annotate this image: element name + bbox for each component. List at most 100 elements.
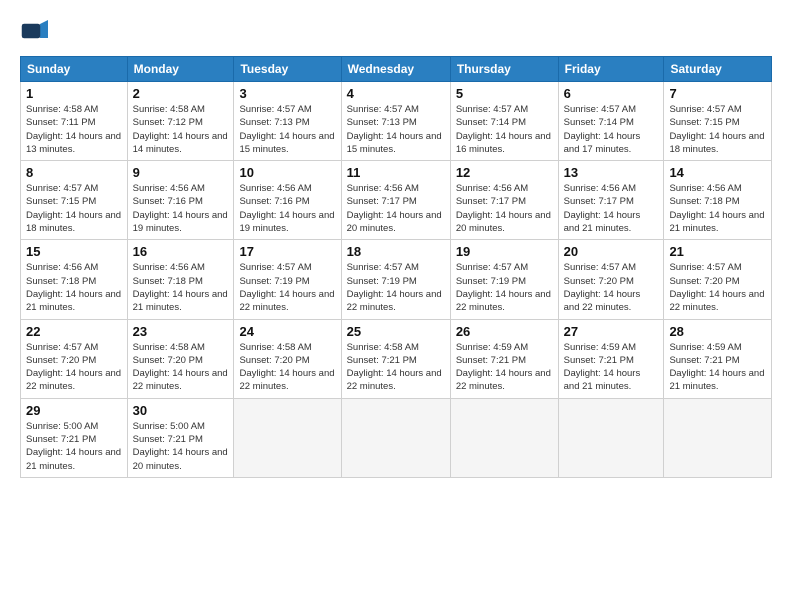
day-detail: Sunrise: 4:57 AM Sunset: 7:15 PM Dayligh…	[26, 182, 122, 235]
day-number: 8	[26, 165, 122, 180]
calendar-table: SundayMondayTuesdayWednesdayThursdayFrid…	[20, 56, 772, 478]
calendar-cell: 18 Sunrise: 4:57 AM Sunset: 7:19 PM Dayl…	[341, 240, 450, 319]
day-detail: Sunrise: 4:57 AM Sunset: 7:13 PM Dayligh…	[239, 103, 335, 156]
day-detail: Sunrise: 4:56 AM Sunset: 7:18 PM Dayligh…	[669, 182, 766, 235]
calendar-cell: 14 Sunrise: 4:56 AM Sunset: 7:18 PM Dayl…	[664, 161, 772, 240]
day-detail: Sunrise: 4:56 AM Sunset: 7:18 PM Dayligh…	[133, 261, 229, 314]
day-number: 21	[669, 244, 766, 259]
day-number: 26	[456, 324, 553, 339]
day-number: 20	[564, 244, 659, 259]
weekday-header-sunday: Sunday	[21, 57, 128, 82]
day-detail: Sunrise: 4:57 AM Sunset: 7:20 PM Dayligh…	[564, 261, 659, 314]
calendar-cell: 5 Sunrise: 4:57 AM Sunset: 7:14 PM Dayli…	[450, 82, 558, 161]
day-detail: Sunrise: 4:58 AM Sunset: 7:20 PM Dayligh…	[239, 341, 335, 394]
page-header	[20, 16, 772, 48]
calendar-cell: 8 Sunrise: 4:57 AM Sunset: 7:15 PM Dayli…	[21, 161, 128, 240]
day-number: 17	[239, 244, 335, 259]
day-number: 3	[239, 86, 335, 101]
day-detail: Sunrise: 4:58 AM Sunset: 7:12 PM Dayligh…	[133, 103, 229, 156]
day-number: 19	[456, 244, 553, 259]
day-number: 16	[133, 244, 229, 259]
day-detail: Sunrise: 4:57 AM Sunset: 7:13 PM Dayligh…	[347, 103, 445, 156]
calendar-cell: 15 Sunrise: 4:56 AM Sunset: 7:18 PM Dayl…	[21, 240, 128, 319]
day-detail: Sunrise: 4:59 AM Sunset: 7:21 PM Dayligh…	[564, 341, 659, 394]
calendar-cell: 21 Sunrise: 4:57 AM Sunset: 7:20 PM Dayl…	[664, 240, 772, 319]
day-number: 12	[456, 165, 553, 180]
day-detail: Sunrise: 4:58 AM Sunset: 7:11 PM Dayligh…	[26, 103, 122, 156]
day-number: 27	[564, 324, 659, 339]
calendar-cell	[234, 398, 341, 477]
day-number: 5	[456, 86, 553, 101]
day-detail: Sunrise: 4:59 AM Sunset: 7:21 PM Dayligh…	[456, 341, 553, 394]
day-detail: Sunrise: 5:00 AM Sunset: 7:21 PM Dayligh…	[133, 420, 229, 473]
day-number: 18	[347, 244, 445, 259]
day-detail: Sunrise: 4:56 AM Sunset: 7:17 PM Dayligh…	[456, 182, 553, 235]
day-detail: Sunrise: 5:00 AM Sunset: 7:21 PM Dayligh…	[26, 420, 122, 473]
day-detail: Sunrise: 4:56 AM Sunset: 7:17 PM Dayligh…	[564, 182, 659, 235]
day-number: 29	[26, 403, 122, 418]
day-number: 1	[26, 86, 122, 101]
day-detail: Sunrise: 4:56 AM Sunset: 7:18 PM Dayligh…	[26, 261, 122, 314]
weekday-header-monday: Monday	[127, 57, 234, 82]
calendar-cell: 27 Sunrise: 4:59 AM Sunset: 7:21 PM Dayl…	[558, 319, 664, 398]
weekday-header-saturday: Saturday	[664, 57, 772, 82]
calendar-cell: 30 Sunrise: 5:00 AM Sunset: 7:21 PM Dayl…	[127, 398, 234, 477]
weekday-header-friday: Friday	[558, 57, 664, 82]
day-detail: Sunrise: 4:57 AM Sunset: 7:14 PM Dayligh…	[456, 103, 553, 156]
day-number: 14	[669, 165, 766, 180]
day-number: 2	[133, 86, 229, 101]
day-number: 15	[26, 244, 122, 259]
calendar-cell: 13 Sunrise: 4:56 AM Sunset: 7:17 PM Dayl…	[558, 161, 664, 240]
calendar-cell	[558, 398, 664, 477]
day-number: 23	[133, 324, 229, 339]
calendar-cell: 23 Sunrise: 4:58 AM Sunset: 7:20 PM Dayl…	[127, 319, 234, 398]
calendar-cell: 2 Sunrise: 4:58 AM Sunset: 7:12 PM Dayli…	[127, 82, 234, 161]
calendar-cell: 17 Sunrise: 4:57 AM Sunset: 7:19 PM Dayl…	[234, 240, 341, 319]
day-number: 9	[133, 165, 229, 180]
logo-icon	[20, 16, 52, 48]
calendar-cell: 25 Sunrise: 4:58 AM Sunset: 7:21 PM Dayl…	[341, 319, 450, 398]
day-detail: Sunrise: 4:56 AM Sunset: 7:16 PM Dayligh…	[239, 182, 335, 235]
calendar-cell: 26 Sunrise: 4:59 AM Sunset: 7:21 PM Dayl…	[450, 319, 558, 398]
day-number: 13	[564, 165, 659, 180]
day-detail: Sunrise: 4:57 AM Sunset: 7:19 PM Dayligh…	[347, 261, 445, 314]
day-detail: Sunrise: 4:58 AM Sunset: 7:21 PM Dayligh…	[347, 341, 445, 394]
calendar-cell: 16 Sunrise: 4:56 AM Sunset: 7:18 PM Dayl…	[127, 240, 234, 319]
calendar-cell: 7 Sunrise: 4:57 AM Sunset: 7:15 PM Dayli…	[664, 82, 772, 161]
day-detail: Sunrise: 4:57 AM Sunset: 7:15 PM Dayligh…	[669, 103, 766, 156]
calendar-cell: 10 Sunrise: 4:56 AM Sunset: 7:16 PM Dayl…	[234, 161, 341, 240]
day-number: 22	[26, 324, 122, 339]
calendar-cell: 4 Sunrise: 4:57 AM Sunset: 7:13 PM Dayli…	[341, 82, 450, 161]
weekday-header-tuesday: Tuesday	[234, 57, 341, 82]
calendar-cell: 19 Sunrise: 4:57 AM Sunset: 7:19 PM Dayl…	[450, 240, 558, 319]
calendar-cell	[450, 398, 558, 477]
calendar-cell: 12 Sunrise: 4:56 AM Sunset: 7:17 PM Dayl…	[450, 161, 558, 240]
day-number: 4	[347, 86, 445, 101]
day-number: 24	[239, 324, 335, 339]
day-number: 28	[669, 324, 766, 339]
logo	[20, 16, 56, 48]
day-number: 11	[347, 165, 445, 180]
day-detail: Sunrise: 4:57 AM Sunset: 7:20 PM Dayligh…	[669, 261, 766, 314]
day-detail: Sunrise: 4:57 AM Sunset: 7:20 PM Dayligh…	[26, 341, 122, 394]
calendar-cell: 29 Sunrise: 5:00 AM Sunset: 7:21 PM Dayl…	[21, 398, 128, 477]
weekday-header-thursday: Thursday	[450, 57, 558, 82]
day-detail: Sunrise: 4:57 AM Sunset: 7:14 PM Dayligh…	[564, 103, 659, 156]
day-detail: Sunrise: 4:56 AM Sunset: 7:17 PM Dayligh…	[347, 182, 445, 235]
day-number: 10	[239, 165, 335, 180]
calendar-cell: 28 Sunrise: 4:59 AM Sunset: 7:21 PM Dayl…	[664, 319, 772, 398]
calendar-cell	[664, 398, 772, 477]
day-detail: Sunrise: 4:59 AM Sunset: 7:21 PM Dayligh…	[669, 341, 766, 394]
weekday-header-wednesday: Wednesday	[341, 57, 450, 82]
calendar-cell: 20 Sunrise: 4:57 AM Sunset: 7:20 PM Dayl…	[558, 240, 664, 319]
day-number: 6	[564, 86, 659, 101]
day-detail: Sunrise: 4:57 AM Sunset: 7:19 PM Dayligh…	[239, 261, 335, 314]
calendar-cell: 6 Sunrise: 4:57 AM Sunset: 7:14 PM Dayli…	[558, 82, 664, 161]
calendar-cell: 24 Sunrise: 4:58 AM Sunset: 7:20 PM Dayl…	[234, 319, 341, 398]
day-detail: Sunrise: 4:58 AM Sunset: 7:20 PM Dayligh…	[133, 341, 229, 394]
calendar-cell: 22 Sunrise: 4:57 AM Sunset: 7:20 PM Dayl…	[21, 319, 128, 398]
calendar-cell: 3 Sunrise: 4:57 AM Sunset: 7:13 PM Dayli…	[234, 82, 341, 161]
calendar-cell: 9 Sunrise: 4:56 AM Sunset: 7:16 PM Dayli…	[127, 161, 234, 240]
calendar-cell	[341, 398, 450, 477]
weekday-header-row: SundayMondayTuesdayWednesdayThursdayFrid…	[21, 57, 772, 82]
